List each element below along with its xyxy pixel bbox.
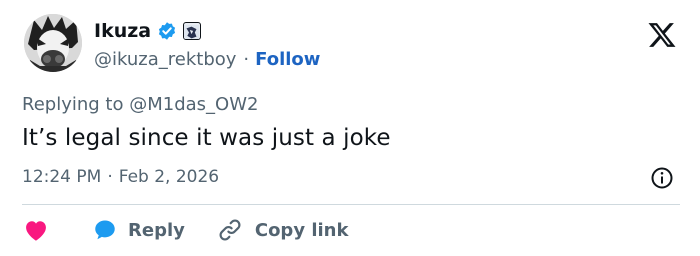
timestamp-separator: ·	[107, 167, 113, 187]
follow-button[interactable]: Follow	[255, 49, 320, 70]
tweet-time[interactable]: 12:24 PM	[22, 167, 101, 187]
avatar-image	[24, 14, 82, 72]
avatar[interactable]	[24, 14, 82, 72]
reply-button[interactable]: Reply	[92, 217, 185, 243]
info-icon[interactable]	[650, 166, 674, 190]
tweet-date[interactable]: Feb 2, 2026	[119, 167, 219, 187]
tweet-text: It’s legal since it was just a joke	[22, 125, 391, 151]
author-handle[interactable]: @ikuza_rektboy	[94, 49, 236, 70]
author-handle-line: @ikuza_rektboy · Follow	[94, 49, 320, 70]
copy-link-button[interactable]: Copy link	[217, 217, 349, 243]
heart-icon[interactable]	[22, 216, 50, 244]
replying-to-line: Replying to @M1das_OW2	[22, 94, 258, 115]
affiliate-badge-icon	[183, 22, 202, 40]
x-logo-icon[interactable]	[646, 20, 678, 50]
replying-prefix: Replying to	[22, 94, 124, 115]
author-name[interactable]: Ikuza	[94, 20, 151, 42]
reply-mention-link[interactable]: @M1das_OW2	[129, 94, 258, 115]
reply-label[interactable]: Reply	[128, 220, 185, 241]
divider	[22, 204, 680, 205]
link-icon	[219, 219, 241, 241]
action-bar: Reply Copy link	[22, 216, 348, 244]
copy-link-label[interactable]: Copy link	[255, 220, 349, 241]
handle-separator: ·	[243, 49, 250, 70]
speech-bubble-icon	[95, 220, 115, 240]
tweet-embed-card: Ikuza @ikuza_rektboy · Follow Replying to …	[0, 0, 700, 256]
author-name-row[interactable]: Ikuza	[94, 20, 202, 42]
verified-badge-icon	[159, 22, 176, 40]
tweet-timestamp[interactable]: 12:24 PM · Feb 2, 2026	[22, 167, 219, 187]
